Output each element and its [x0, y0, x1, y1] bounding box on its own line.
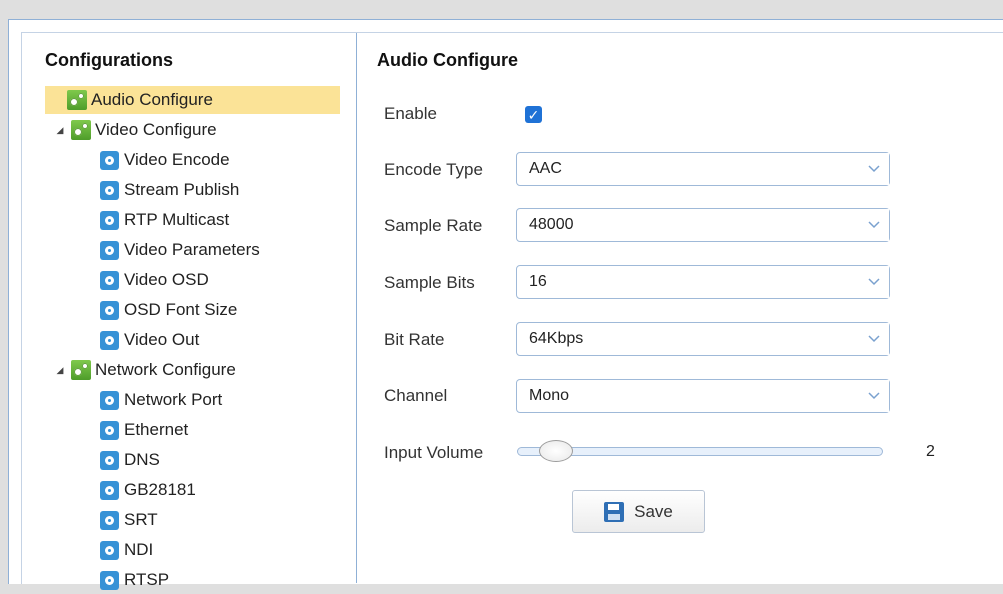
- gear-group-icon: [71, 120, 91, 140]
- bit-rate-select[interactable]: 64Kbps: [516, 322, 890, 356]
- gear-icon: [100, 510, 119, 530]
- enable-checkbox[interactable]: ✓: [525, 106, 542, 123]
- chevron-down-icon[interactable]: [858, 323, 889, 355]
- tree-item-gb28181[interactable]: GB28181: [100, 476, 196, 504]
- tree-item-video-encode[interactable]: Video Encode: [100, 146, 230, 174]
- enable-label: Enable: [384, 104, 437, 123]
- sample-bits-value: 16: [529, 273, 547, 290]
- tree-item-dns[interactable]: DNS: [100, 446, 160, 474]
- tree-item-label: Video OSD: [124, 270, 209, 289]
- page-title: Audio Configure: [377, 50, 518, 70]
- tree-item-label: OSD Font Size: [124, 300, 238, 319]
- gear-icon: [100, 150, 119, 170]
- content-top-border: [357, 32, 1003, 33]
- tree-item-ethernet[interactable]: Ethernet: [100, 416, 188, 444]
- encode-type-select[interactable]: AAC: [516, 152, 890, 186]
- tree-item-label: Network Port: [124, 390, 223, 409]
- sample-rate-label: Sample Rate: [384, 216, 483, 235]
- encode-type-value: AAC: [529, 160, 562, 177]
- chevron-down-icon[interactable]: [858, 380, 889, 412]
- chevron-down-icon[interactable]: [858, 153, 889, 185]
- gear-icon: [100, 180, 119, 200]
- tree-item-label: Video Configure: [95, 120, 217, 139]
- tree-item-rtp-multicast[interactable]: RTP Multicast: [100, 206, 229, 234]
- tree-item-video-parameters[interactable]: Video Parameters: [100, 236, 260, 264]
- gear-icon: [100, 540, 119, 560]
- gear-group-icon: [67, 90, 87, 110]
- encode-type-label: Encode Type: [384, 160, 483, 179]
- sample-rate-value: 48000: [529, 216, 574, 233]
- sample-bits-select[interactable]: 16: [516, 265, 890, 299]
- tree-item-rtsp[interactable]: RTSP: [100, 566, 169, 594]
- tree-item-video-configure[interactable]: ◢ Video Configure: [55, 116, 217, 144]
- tree-item-label: Ethernet: [124, 420, 189, 439]
- chevron-down-icon[interactable]: [858, 209, 889, 241]
- input-volume-label: Input Volume: [384, 443, 484, 462]
- gear-icon: [100, 240, 119, 260]
- bit-rate-label: Bit Rate: [384, 330, 445, 349]
- gear-icon: [100, 480, 119, 500]
- sample-rate-select[interactable]: 48000: [516, 208, 890, 242]
- tree-item-label: Audio Configure: [91, 90, 213, 109]
- floppy-disk-icon: [604, 501, 625, 522]
- gear-icon: [100, 570, 119, 590]
- expand-triangle-icon[interactable]: ◢: [55, 365, 65, 376]
- tree-item-network-configure[interactable]: ◢ Network Configure: [55, 356, 236, 384]
- gear-icon: [100, 300, 119, 320]
- gear-icon: [100, 330, 119, 350]
- slider-thumb[interactable]: [539, 440, 573, 462]
- save-button[interactable]: Save: [572, 490, 705, 533]
- tree-item-ndi[interactable]: NDI: [100, 536, 153, 564]
- tree-item-label: Video Out: [124, 330, 200, 349]
- gear-icon: [100, 450, 119, 470]
- gear-icon: [100, 420, 119, 440]
- gear-icon: [100, 390, 119, 410]
- tree-item-video-out[interactable]: Video Out: [100, 326, 199, 354]
- tree-item-label: GB28181: [124, 480, 196, 499]
- sample-bits-label: Sample Bits: [384, 273, 475, 292]
- channel-value: Mono: [529, 387, 570, 404]
- channel-select[interactable]: Mono: [516, 379, 890, 413]
- tree-item-label: RTP Multicast: [124, 210, 230, 229]
- tree-item-label: Video Encode: [124, 150, 230, 169]
- bit-rate-value: 64Kbps: [529, 330, 584, 347]
- gear-group-icon: [71, 360, 91, 380]
- tree-item-label: NDI: [124, 540, 154, 559]
- save-button-label: Save: [634, 501, 673, 521]
- tree-item-label: Video Parameters: [124, 240, 260, 259]
- tree-item-network-port[interactable]: Network Port: [100, 386, 222, 414]
- tree-item-label: Stream Publish: [124, 180, 240, 199]
- gear-icon: [100, 270, 119, 290]
- input-volume-value: 2: [926, 443, 935, 460]
- expand-triangle-icon[interactable]: ◢: [55, 125, 65, 136]
- tree-item-label: RTSP: [124, 570, 170, 589]
- tree-item-label: Network Configure: [95, 360, 236, 379]
- channel-label: Channel: [384, 386, 448, 405]
- panel-divider: [356, 33, 357, 583]
- gear-icon: [100, 210, 119, 230]
- tree-item-audio-configure[interactable]: Audio Configure: [45, 86, 340, 114]
- tree-item-label: DNS: [124, 450, 160, 469]
- sidebar-title: Configurations: [45, 50, 173, 70]
- tree-item-video-osd[interactable]: Video OSD: [100, 266, 209, 294]
- tree-item-osd-font-size[interactable]: OSD Font Size: [100, 296, 237, 324]
- tree-item-srt[interactable]: SRT: [100, 506, 158, 534]
- tree-item-stream-publish[interactable]: Stream Publish: [100, 176, 239, 204]
- check-icon: ✓: [527, 106, 540, 123]
- tree-item-label: SRT: [124, 510, 158, 529]
- chevron-down-icon[interactable]: [858, 266, 889, 298]
